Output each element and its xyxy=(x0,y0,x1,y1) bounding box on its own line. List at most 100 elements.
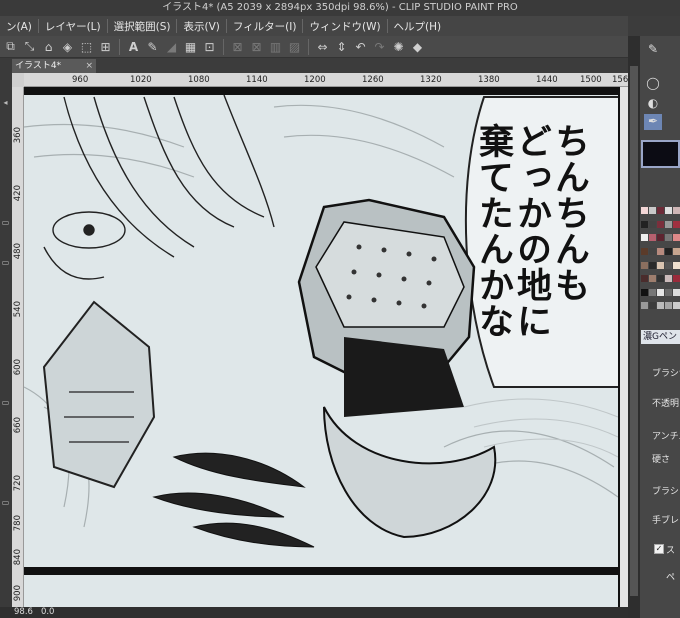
spinner-icon[interactable]: ✺ xyxy=(390,38,407,55)
color-swatch[interactable] xyxy=(649,275,656,283)
color-swatch[interactable] xyxy=(665,220,672,228)
pen-tool-icon[interactable]: ✒ xyxy=(644,114,662,130)
color-swatch[interactable] xyxy=(649,288,656,296)
color-swatch[interactable] xyxy=(657,247,664,255)
panel-frame-bottom xyxy=(24,567,622,575)
crop-icon[interactable]: ⊞ xyxy=(97,38,114,55)
color-swatch[interactable] xyxy=(673,275,680,283)
panel-icon[interactable]: ▭ xyxy=(1,498,10,507)
right-panel: ✎ ◯ ◐ ✒ 濃Gペン ブラシサ 不透明 アンチエ 硬さ ブラシ 手ブレ ✓ … xyxy=(640,36,680,618)
nav-icon[interactable]: ◆ xyxy=(409,38,426,55)
color-swatch[interactable] xyxy=(649,207,656,214)
flip-icon[interactable]: ⇔ xyxy=(314,38,331,55)
menu-item-window[interactable]: ウィンドウ(W) xyxy=(303,19,386,34)
stamp-icon[interactable]: ⌂ xyxy=(40,38,57,55)
ruler-tick-label: 1020 xyxy=(130,75,152,85)
main-color-swatch[interactable] xyxy=(641,140,680,168)
checkbox-label: ス xyxy=(666,546,676,556)
menu-item-view[interactable]: 表示(V) xyxy=(177,19,225,34)
layer-icon[interactable]: ⧉ xyxy=(2,38,19,55)
speech-text: ちんちんも どっかの地に 棄てたんかな xyxy=(473,123,589,339)
ruler-tick-label: 840 xyxy=(13,549,23,566)
color-swatch[interactable] xyxy=(641,234,648,242)
fill-tool-icon[interactable]: ◐ xyxy=(644,96,662,112)
color-swatch[interactable] xyxy=(673,288,680,296)
color-swatch[interactable] xyxy=(657,220,664,228)
hardness-label: 硬さ xyxy=(652,455,671,465)
color-swatch[interactable] xyxy=(649,247,656,255)
panel-icon[interactable]: ▭ xyxy=(1,398,10,407)
menu-item-layer[interactable]: レイヤー(L) xyxy=(39,19,107,34)
color-swatch[interactable] xyxy=(641,220,648,228)
color-swatch[interactable] xyxy=(665,247,672,255)
select-icon[interactable]: ⬚ xyxy=(78,38,95,55)
brush-tool-icon[interactable]: ✎ xyxy=(644,42,662,58)
drawing-canvas[interactable]: ちんちんも どっかの地に 棄てたんかな xyxy=(24,87,628,607)
color-swatch[interactable] xyxy=(649,302,656,310)
menu-item-animation[interactable]: ン(A) xyxy=(0,19,38,34)
ruler-tick-label: 360 xyxy=(13,127,23,144)
transform-icon[interactable]: ⤡ xyxy=(21,38,38,55)
color-swatch[interactable] xyxy=(641,275,648,283)
color-swatch[interactable] xyxy=(665,261,672,269)
left-tool-strip: ◂ ▭ ▭ ▭ ▭ xyxy=(0,58,12,610)
menu-item-help[interactable]: ヘルプ(H) xyxy=(388,19,448,34)
snap-icon[interactable]: ⊠ xyxy=(248,38,265,55)
rotate-left-icon[interactable]: ⇕ xyxy=(333,38,350,55)
color-swatch[interactable] xyxy=(665,302,672,310)
close-icon[interactable]: × xyxy=(85,59,93,73)
text-icon[interactable]: A xyxy=(125,38,142,55)
color-swatch[interactable] xyxy=(657,207,664,214)
grid-icon[interactable]: ▦ xyxy=(182,38,199,55)
lasso-icon[interactable]: ◯ xyxy=(644,76,662,92)
color-swatch[interactable] xyxy=(641,302,648,310)
ruler-tick-label: 1380 xyxy=(478,75,500,85)
color-swatch[interactable] xyxy=(673,302,680,310)
color-swatch[interactable] xyxy=(657,275,664,283)
ruler-tick-label: 540 xyxy=(13,301,23,318)
snap2-icon[interactable]: ▥ xyxy=(267,38,284,55)
color-swatch[interactable] xyxy=(665,288,672,296)
color-swatch[interactable] xyxy=(673,220,680,228)
color-swatch[interactable] xyxy=(657,261,664,269)
color-swatch[interactable] xyxy=(665,275,672,283)
reset-icon[interactable]: ↷ xyxy=(371,38,388,55)
menu-item-filter[interactable]: フィルター(I) xyxy=(227,19,303,34)
paint-icon[interactable]: ✎ xyxy=(144,38,161,55)
color-swatch[interactable] xyxy=(657,302,664,310)
frame-icon[interactable]: ⊡ xyxy=(201,38,218,55)
panel-icon[interactable]: ▭ xyxy=(1,258,10,267)
angle-readout[interactable]: 0.0 xyxy=(41,607,55,618)
ruler-tick-label: 1200 xyxy=(304,75,326,85)
color-swatch[interactable] xyxy=(673,261,680,269)
color-swatch[interactable] xyxy=(673,247,680,255)
color-swatch[interactable] xyxy=(649,261,656,269)
color-swatch[interactable] xyxy=(657,234,664,242)
color-swatch[interactable] xyxy=(641,261,648,269)
checkbox-s[interactable]: ✓ xyxy=(654,544,664,554)
color-swatch[interactable] xyxy=(673,207,680,214)
color-swatch[interactable] xyxy=(649,234,656,242)
color-swatch[interactable] xyxy=(657,288,664,296)
fill-icon[interactable]: ◈ xyxy=(59,38,76,55)
panel-icon[interactable]: ▭ xyxy=(1,218,10,227)
crop2-icon[interactable]: ⊠ xyxy=(229,38,246,55)
tab-document[interactable]: イラスト4* × xyxy=(12,59,96,73)
mirror-icon[interactable]: ▨ xyxy=(286,38,303,55)
color-swatch[interactable] xyxy=(641,207,648,214)
color-swatch[interactable] xyxy=(673,234,680,242)
scrollbar-thumb[interactable] xyxy=(630,66,638,596)
color-swatch[interactable] xyxy=(665,207,672,214)
color-swatch[interactable] xyxy=(665,234,672,242)
color-swatch[interactable] xyxy=(641,288,648,296)
color-swatch[interactable] xyxy=(641,247,648,255)
color-swatch[interactable] xyxy=(649,220,656,228)
vertical-scrollbar[interactable] xyxy=(628,36,640,618)
menu-item-selection[interactable]: 選択範囲(S) xyxy=(108,19,177,34)
brush-name[interactable]: 濃Gペン xyxy=(641,330,680,344)
rotate-right-icon[interactable]: ↶ xyxy=(352,38,369,55)
collapse-icon[interactable]: ◂ xyxy=(1,98,10,107)
eraser-icon[interactable]: ◢ xyxy=(163,38,180,55)
zoom-readout[interactable]: 98.6 xyxy=(14,607,33,618)
brush-density-label: ブラシ xyxy=(652,487,679,497)
